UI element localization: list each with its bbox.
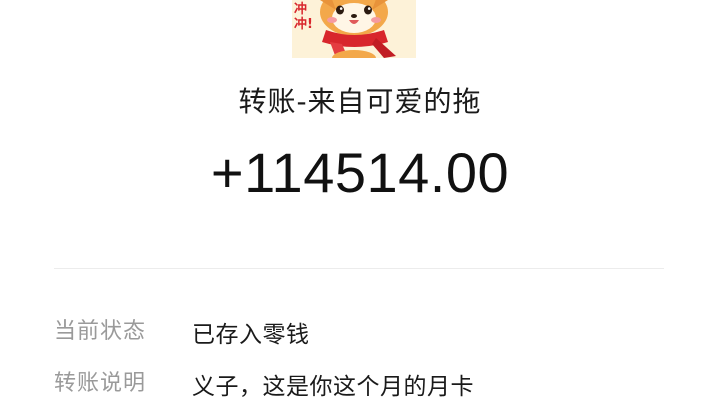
status-value: 已存入零钱: [192, 322, 310, 348]
detail-row-note: 转账说明 义子，这是你这个月的月卡: [54, 365, 674, 400]
note-label: 转账说明: [54, 371, 147, 396]
divider: [54, 268, 664, 269]
transfer-title: 转账-来自可爱的拖: [238, 85, 482, 118]
detail-row-status: 当前状态 已存入零钱: [54, 313, 674, 348]
transfer-detail-screen: 冲冲! 转账-来自可爱的拖 +114514.00 当前状态 已存入零钱 转账说明…: [0, 0, 720, 404]
status-label: 当前状态: [54, 319, 147, 344]
transfer-amount: +114514.00: [210, 141, 510, 204]
sticker-caption: 冲冲!: [294, 2, 313, 32]
sender-avatar[interactable]: 冲冲!: [292, 0, 416, 58]
note-value: 义子，这是你这个月的月卡: [192, 374, 474, 400]
